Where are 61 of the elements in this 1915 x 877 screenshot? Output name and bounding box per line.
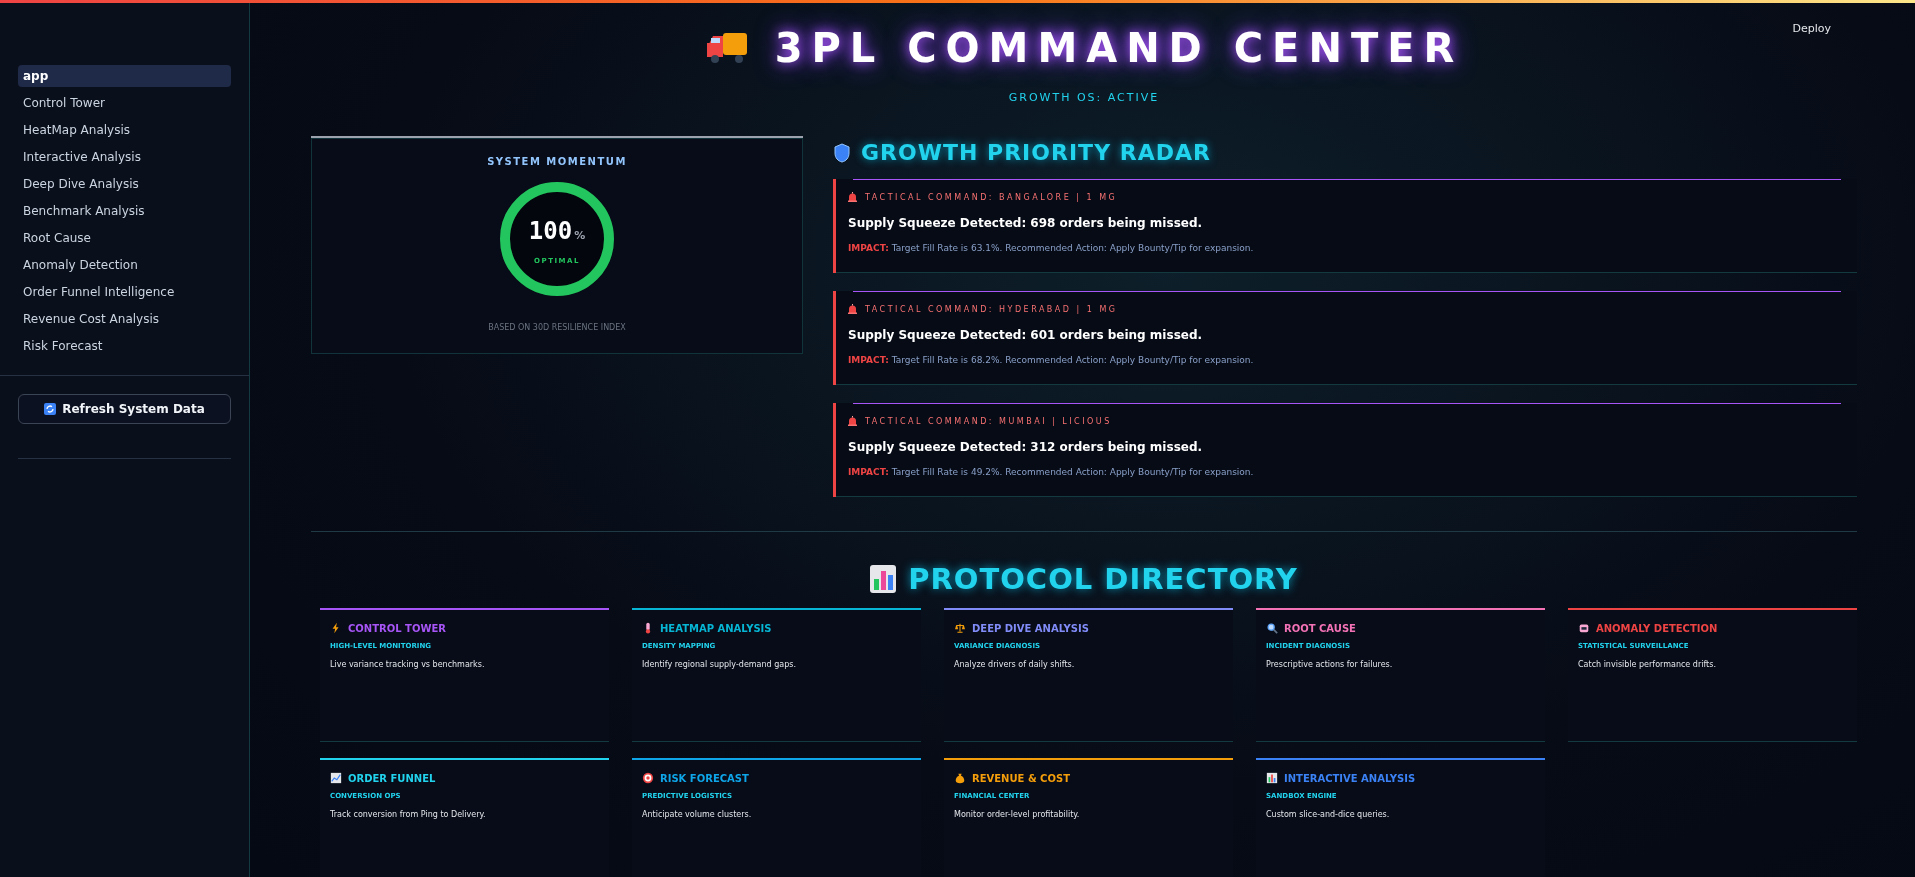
section-title: GROWTH PRIORITY RADAR [861,140,1211,165]
alert-headline: Supply Squeeze Detected: 698 orders being missed. [848,216,1204,230]
sidebar-item[interactable]: Order Funnel Intelligence [18,281,231,303]
card-description: Monitor order-level profitability. [954,810,1081,819]
card-title: ANOMALY DETECTION [1596,622,1718,634]
sidebar-item[interactable]: Benchmark Analysis [18,200,231,222]
card-description: Identify regional supply-demand gaps. [642,660,797,669]
card-title: CONTROL TOWER [348,622,446,634]
card-description: Prescriptive actions for failures. [1266,660,1394,669]
refresh-button[interactable]: Refresh System Data [18,394,231,424]
alert-detail: IMPACT: Target Fill Rate is 63.1%. Recommended Action: Apply Bounty/Tip for expansion. [848,243,1255,253]
scale-icon [954,622,966,634]
card-title: HEATMAP ANALYSIS [660,622,772,634]
target-icon [642,772,654,784]
money-bag-icon [954,772,966,784]
alert-headline: Supply Squeeze Detected: 601 orders being missed. [848,328,1204,342]
page-title: 3PL COMMAND CENTER [774,25,1464,71]
sidebar-item[interactable]: Anomaly Detection [18,254,231,276]
sidebar-item[interactable]: Control Tower [18,92,231,114]
sidebar-item[interactable]: HeatMap Analysis [18,119,231,141]
card-title: SYSTEM MOMENTUM [487,156,627,167]
page-subtitle: GROWTH OS: ACTIVE [1008,91,1160,104]
alert-headline: Supply Squeeze Detected: 312 orders being missed. [848,440,1204,454]
sidebar-item[interactable]: Root Cause [18,227,231,249]
sidebar-item[interactable]: Risk Forecast [18,335,231,357]
alert-label: TACTICAL COMMAND: BANGALORE | 1 MG [865,192,1118,202]
card-description: Anticipate volume clusters. [642,810,753,819]
card-title: ORDER FUNNEL [348,772,436,784]
section-title: PROTOCOL DIRECTORY [908,562,1298,596]
truck-icon [704,31,749,65]
card-description: Custom slice-and-dice queries. [1266,810,1391,819]
card-title: ROOT CAUSE [1284,622,1356,634]
card-description: Catch invisible performance drifts. [1578,660,1717,669]
magnifier-icon [1266,622,1278,634]
line-chart-icon [330,772,342,784]
card-description: Track conversion from Ping to Delivery. [330,810,487,819]
alert-detail: IMPACT: Target Fill Rate is 68.2%. Recommended Action: Apply Bounty/Tip for expansion. [848,355,1255,365]
card-title: INTERACTIVE ANALYSIS [1284,772,1416,784]
card-description: Live variance tracking vs benchmarks. [330,660,486,669]
sidebar-item[interactable]: Interactive Analysis [18,146,231,168]
gauge-value: 100 [528,217,573,245]
card-title: REVENUE & COST [972,772,1070,784]
alert-label: TACTICAL COMMAND: HYDERABAD | 1 MG [865,304,1118,314]
bar-chart-icon [870,565,897,593]
siren-icon [848,416,857,426]
sidebar-item[interactable]: app [18,65,231,87]
alert-detail: IMPACT: Target Fill Rate is 49.2%. Recommended Action: Apply Bounty/Tip for expansion. [848,467,1255,477]
card-title: DEEP DIVE ANALYSIS [972,622,1089,634]
sidebar-item[interactable]: Revenue Cost Analysis [18,308,231,330]
bar-chart-icon [1266,772,1278,784]
alert-label: TACTICAL COMMAND: MUMBAI | LICIOUS [865,416,1112,426]
card-title: RISK FORECAST [660,772,749,784]
siren-icon [848,304,857,314]
card-description: Analyze drivers of daily shifts. [954,660,1076,669]
shield-icon [833,142,851,163]
deploy-button[interactable]: Deploy [1790,20,1833,37]
sidebar-item[interactable]: Deep Dive Analysis [18,173,231,195]
refresh-icon [44,403,57,415]
gauge-footnote: BASED ON 30D RESILIENCE INDEX [488,323,626,332]
siren-icon [848,192,857,202]
gauge-unit: % [574,229,586,242]
